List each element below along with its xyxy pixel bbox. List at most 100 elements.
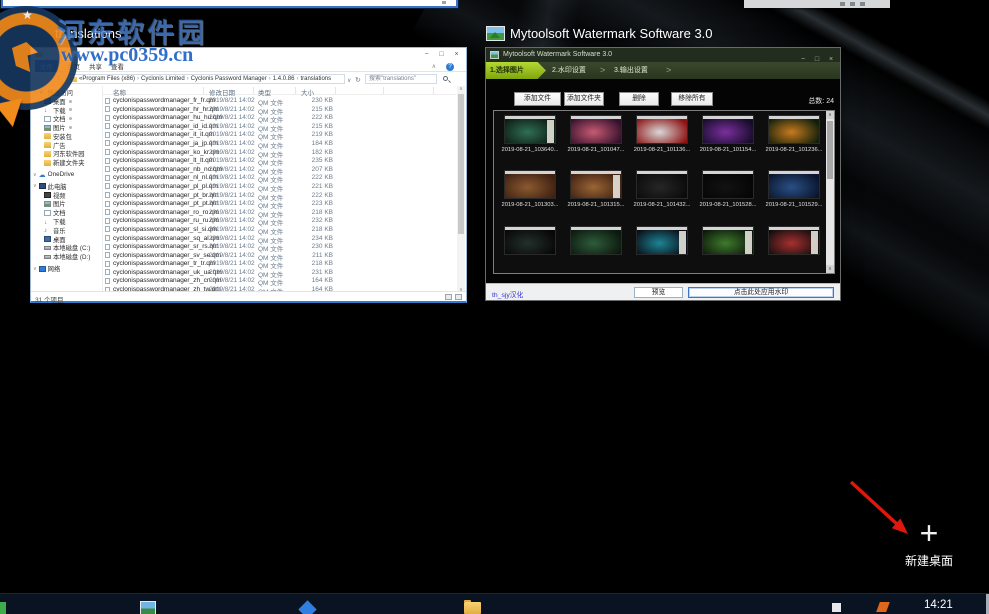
thumbnails-view-icon[interactable] <box>455 294 462 300</box>
details-view-icon[interactable] <box>445 294 452 300</box>
file-row[interactable]: cyclonispasswordmanager_hr_hr.qm2019/8/2… <box>103 105 456 114</box>
preview-button[interactable]: 预览 <box>634 287 683 298</box>
collapse-ribbon-icon[interactable]: ∧ <box>432 63 436 70</box>
new-desktop-label[interactable]: 新建桌面 <box>897 552 961 569</box>
breadcrumb-segment[interactable]: Program Files (x86) <box>82 76 135 82</box>
thumbnail-item[interactable]: 2019-08-21_101303... <box>499 170 561 208</box>
breadcrumb-segment[interactable]: Cyclonis Limited <box>141 76 185 82</box>
sidebar-item-11[interactable]: 视频 <box>31 191 101 200</box>
sidebar-item-3[interactable]: 文档 <box>31 114 101 123</box>
file-row[interactable]: cyclonispasswordmanager_fr_fr.qm2019/8/2… <box>103 96 456 105</box>
file-row[interactable]: cyclonispasswordmanager_uk_ua.qm2019/8/2… <box>103 268 456 277</box>
translation-credit-link[interactable]: th_sjy汉化 <box>492 289 523 299</box>
scroll-up-icon[interactable]: ∧ <box>826 111 834 119</box>
scrollbar[interactable]: ∧ ∨ <box>826 111 834 273</box>
step-tab-output-settings[interactable]: 3.输出设置 <box>614 62 648 79</box>
chevron-icon[interactable]: ∨ <box>33 172 37 178</box>
help-icon[interactable]: ? <box>446 63 454 71</box>
sidebar-item-16[interactable]: 桌面 <box>31 235 101 244</box>
cropped-window-edge-right[interactable] <box>744 0 890 8</box>
apply-watermark-button[interactable]: 点击此处应用水印 <box>688 287 834 298</box>
thumbnail-item[interactable]: 2019-08-21_103640... <box>499 115 561 153</box>
new-desktop-plus-icon[interactable]: + <box>915 520 943 548</box>
delete-button[interactable]: 删除 <box>619 92 659 106</box>
file-row[interactable]: cyclonispasswordmanager_sv_se.qm2019/8/2… <box>103 251 456 260</box>
file-row[interactable]: cyclonispasswordmanager_sq_al.qm2019/8/2… <box>103 234 456 243</box>
file-row[interactable]: cyclonispasswordmanager_sr_rs.qm2019/8/2… <box>103 242 456 251</box>
taskbar-explorer-icon[interactable] <box>464 602 481 614</box>
thumbnail-item[interactable]: 2019-08-21_101136... <box>631 115 693 153</box>
watermark-window-preview[interactable]: Mytoolsoft Watermark Software 3.0 −□× 1.… <box>485 47 841 301</box>
scrollbar-thumb[interactable] <box>827 121 833 179</box>
scrollbar-thumb[interactable] <box>458 94 464 234</box>
file-row[interactable]: cyclonispasswordmanager_pt_pt.qm2019/8/2… <box>103 199 456 208</box>
file-row[interactable]: cyclonispasswordmanager_nb_no.qm2019/8/2… <box>103 165 456 174</box>
file-row[interactable]: cyclonispasswordmanager_ja_jp.qm2019/8/2… <box>103 139 456 148</box>
thumbnail-item[interactable] <box>763 226 825 255</box>
scroll-up-icon[interactable]: ∧ <box>457 86 465 93</box>
sidebar-item-6[interactable]: 广告 <box>31 141 101 150</box>
sidebar-item-14[interactable]: 下载 <box>31 217 101 226</box>
thumbnail-item[interactable] <box>565 226 627 255</box>
sidebar-item-15[interactable]: 音乐 <box>31 226 101 235</box>
cropped-window-edge-left[interactable] <box>1 0 458 8</box>
sidebar-item-5[interactable]: 安装包 <box>31 132 101 141</box>
file-row[interactable]: cyclonispasswordmanager_ru_ru.qm2019/8/2… <box>103 216 456 225</box>
chevron-icon[interactable]: ∨ <box>33 183 37 189</box>
file-row[interactable]: cyclonispasswordmanager_it_it.qm2019/8/2… <box>103 130 456 139</box>
tray-icon-orange[interactable] <box>876 602 890 612</box>
sidebar-item-10[interactable]: ∨此电脑 <box>31 182 101 191</box>
file-row[interactable]: cyclonispasswordmanager_nl_nl.qm2019/8/2… <box>103 173 456 182</box>
scroll-down-icon[interactable]: ∨ <box>826 265 834 273</box>
explorer-window-preview[interactable]: −□× 文件主页共享查看 ∧ ? ← → ↑ « Program Files (… <box>30 47 467 303</box>
file-row[interactable]: cyclonispasswordmanager_hu_hu.qm2019/8/2… <box>103 113 456 122</box>
thumbnail-item[interactable]: 2019-08-21_101432... <box>631 170 693 208</box>
sidebar-item-18[interactable]: 本地磁盘 (D:) <box>31 252 101 261</box>
file-row[interactable]: cyclonispasswordmanager_lt_lt.qm2019/8/2… <box>103 156 456 165</box>
file-row[interactable]: cyclonispasswordmanager_sl_si.qm2019/8/2… <box>103 225 456 234</box>
thumbnail-item[interactable]: 2019-08-21_101047... <box>565 115 627 153</box>
refresh-icon[interactable]: ↻ <box>355 76 361 84</box>
sidebar-item-17[interactable]: 本地磁盘 (C:) <box>31 244 101 253</box>
taskbar-photos-icon[interactable] <box>140 601 156 614</box>
step-tab-watermark-settings[interactable]: 2.水印设置 <box>552 62 586 79</box>
file-row[interactable]: cyclonispasswordmanager_zh_cn.qm2019/8/2… <box>103 276 456 285</box>
chevron-icon[interactable]: ∨ <box>33 266 37 272</box>
thumbnail-item[interactable] <box>499 226 561 255</box>
tray-icon-white[interactable] <box>832 603 841 612</box>
thumbnail-item[interactable]: 2019-08-21_101315... <box>565 170 627 208</box>
chevron-down-icon[interactable]: ∨ <box>347 77 351 84</box>
close-button[interactable]: × <box>449 48 464 61</box>
sidebar-item-7[interactable]: 河东软件园 <box>31 150 101 159</box>
taskbar-clock[interactable]: 14:21 <box>924 599 953 611</box>
task-view-label-watermark-app[interactable]: Mytoolsoft Watermark Software 3.0 <box>510 26 713 41</box>
minimize-button[interactable]: − <box>419 48 434 61</box>
taskbar-app-icon-blue[interactable] <box>298 600 316 614</box>
thumbnail-item[interactable] <box>697 226 759 255</box>
thumbnail-item[interactable]: 2019-08-21_101154... <box>697 115 759 153</box>
file-row[interactable]: cyclonispasswordmanager_tr_tr.qm2019/8/2… <box>103 259 456 268</box>
sidebar-item-9[interactable]: ∨OneDrive <box>31 170 101 179</box>
maximize-button[interactable]: □ <box>434 48 449 61</box>
file-list-header[interactable]: 名称修改日期类型大小 <box>103 86 456 95</box>
breadcrumb[interactable]: « Program Files (x86)›Cyclonis Limited›C… <box>67 74 345 84</box>
add-files-button[interactable]: 添加文件 <box>514 92 561 106</box>
breadcrumb-segment[interactable]: translations <box>300 76 331 82</box>
taskbar[interactable]: 14:21 <box>0 593 989 614</box>
file-row[interactable]: cyclonispasswordmanager_pt_br.qm2019/8/2… <box>103 191 456 200</box>
file-row[interactable]: cyclonispasswordmanager_pl_pl.qm2019/8/2… <box>103 182 456 191</box>
thumbnail-item[interactable]: 2019-08-21_101528... <box>697 170 759 208</box>
search-input[interactable]: 搜索"translations" <box>365 74 437 84</box>
breadcrumb-segment[interactable]: Cyclonis Password Manager <box>191 76 267 82</box>
thumbnail-item[interactable] <box>631 226 693 255</box>
taskbar-app-icon-green[interactable] <box>0 602 6 614</box>
file-row[interactable]: cyclonispasswordmanager_id_id.qm2019/8/2… <box>103 122 456 131</box>
sidebar-item-13[interactable]: 文档 <box>31 208 101 217</box>
sidebar-item-19[interactable]: ∨网络 <box>31 264 101 273</box>
sidebar-item-12[interactable]: 图片 <box>31 200 101 209</box>
breadcrumb-segment[interactable]: 1.4.0.86 <box>273 76 295 82</box>
scrollbar[interactable]: ∧ ∨ <box>457 86 465 294</box>
thumbnail-item[interactable]: 2019-08-21_101529... <box>763 170 825 208</box>
step-tab-select-images[interactable]: 1.选择图片 <box>486 62 546 79</box>
sidebar-item-4[interactable]: 图片 <box>31 123 101 132</box>
